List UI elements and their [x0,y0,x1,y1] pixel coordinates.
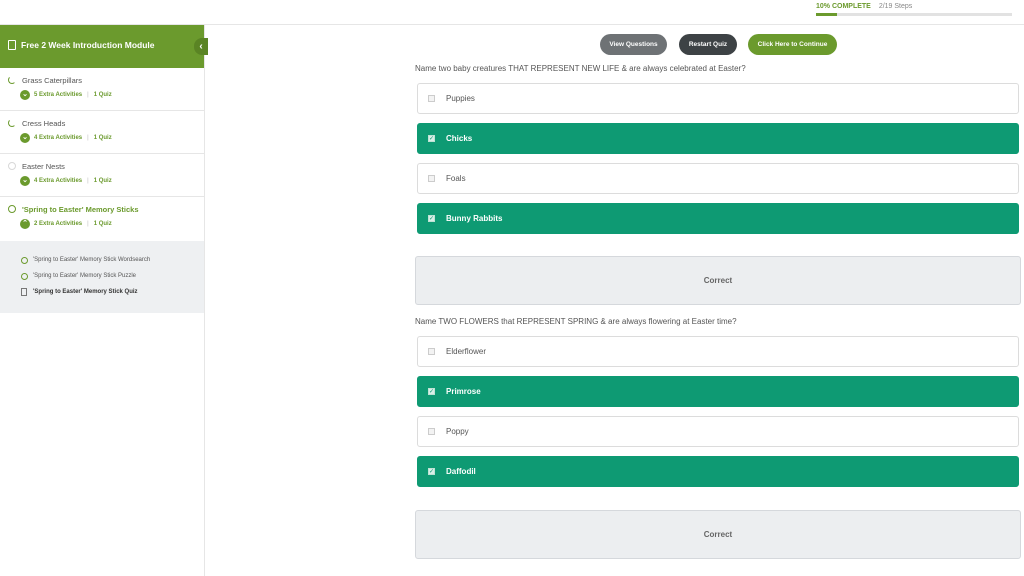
lesson-item-current[interactable]: 'Spring to Easter' Memory Sticks ⌃ 2 Ext… [0,197,204,240]
progress-status-icon [8,76,16,84]
checkbox-checked[interactable]: ✓ [428,135,435,142]
lesson-quiz-count: 1 Quiz [93,92,112,98]
answer-option[interactable]: Elderflower [417,336,1019,367]
answer-label: Foals [446,174,466,183]
lesson-item[interactable]: Grass Caterpillars ⌄ 5 Extra Activities … [0,68,204,111]
answer-option-selected[interactable]: ✓ Daffodil [417,456,1019,487]
continue-button[interactable]: Click Here to Continue [748,34,837,55]
lesson-activities: 5 Extra Activities [34,92,83,98]
sub-activity-label: 'Spring to Easter' Memory Stick Quiz [33,289,138,295]
checkbox[interactable] [428,428,435,435]
answer-option[interactable]: Poppy [417,416,1019,447]
checkbox-checked[interactable]: ✓ [428,468,435,475]
answer-option-selected[interactable]: ✓ Primrose [417,376,1019,407]
lesson-meta: ⌄ 5 Extra Activities | 1 Quiz [20,90,112,100]
sub-activity-label: 'Spring to Easter' Memory Stick Puzzle [33,273,136,279]
answer-option-selected[interactable]: ✓ Chicks [417,123,1019,154]
answer-label: Elderflower [446,347,487,356]
lesson-activities: 2 Extra Activities [34,221,83,227]
progress-status-icon [8,162,16,170]
module-title: Free 2 Week Introduction Module [21,40,155,50]
meta-divider: | [87,178,89,184]
lesson-title[interactable]: Grass Caterpillars [22,76,82,85]
chevron-down-icon[interactable]: ⌄ [20,176,30,186]
lesson-quiz-count: 1 Quiz [93,135,112,141]
lesson-quiz-count: 1 Quiz [93,178,112,184]
lesson-activities: 4 Extra Activities [34,178,83,184]
question-text: Name TWO FLOWERS that REPRESENT SPRING &… [415,317,737,326]
progress-steps: 2/19 Steps [878,3,913,10]
answer-option-selected[interactable]: ✓ Bunny Rabbits [417,203,1019,234]
collapse-sidebar-button[interactable]: ‹ [194,38,208,55]
sub-activity-label: 'Spring to Easter' Memory Stick Wordsear… [33,257,151,263]
lesson-quiz-count: 1 Quiz [93,221,112,227]
question-text: Name two baby creatures THAT REPRESENT N… [415,64,746,73]
chevron-down-icon[interactable]: ⌄ [20,133,30,143]
course-sidebar: Free 2 Week Introduction Module ‹ Grass … [0,25,208,576]
lesson-meta: ⌄ 4 Extra Activities | 1 Quiz [20,133,112,143]
progress-text: 10% COMPLETE 2/19 Steps [816,3,912,10]
sub-activity-item[interactable]: 'Spring to Easter' Memory Stick Wordsear… [21,255,150,265]
lesson-item[interactable]: Cress Heads ⌄ 4 Extra Activities | 1 Qui… [0,111,204,154]
checkbox-checked[interactable]: ✓ [428,215,435,222]
meta-divider: | [87,135,89,141]
answer-label: Daffodil [446,467,476,476]
lesson-item[interactable]: Easter Nests ⌄ 4 Extra Activities | 1 Qu… [0,154,204,197]
sub-activity-item[interactable]: 'Spring to Easter' Memory Stick Puzzle [21,271,136,281]
progress-status-icon [8,205,16,213]
module-header[interactable]: Free 2 Week Introduction Module [0,25,204,68]
lesson-meta: ⌃ 2 Extra Activities | 1 Quiz [20,219,112,229]
top-bar: 10% COMPLETE 2/19 Steps [0,0,1024,25]
checkbox[interactable] [428,95,435,102]
checkbox-checked[interactable]: ✓ [428,388,435,395]
answer-option[interactable]: Puppies [417,83,1019,114]
progress-bar [816,13,1012,16]
lesson-sublist: 'Spring to Easter' Memory Stick Wordsear… [0,241,204,313]
checkbox[interactable] [428,348,435,355]
document-icon [8,40,16,50]
circle-status-icon [21,256,28,264]
sub-activity-item-current[interactable]: 'Spring to Easter' Memory Stick Quiz [21,287,138,297]
meta-divider: | [87,92,89,98]
answer-label: Primrose [446,387,481,396]
lesson-title[interactable]: Cress Heads [22,119,65,128]
quiz-icon [21,288,27,296]
meta-divider: | [87,221,89,227]
circle-status-icon [21,272,28,280]
answer-label: Chicks [446,134,473,143]
result-message: Correct [415,510,1021,559]
progress-percent: 10% COMPLETE [816,3,871,10]
answer-option[interactable]: Foals [417,163,1019,194]
restart-quiz-button[interactable]: Restart Quiz [679,34,737,55]
lesson-activities: 4 Extra Activities [34,135,83,141]
progress-status-icon [8,119,16,127]
lesson-meta: ⌄ 4 Extra Activities | 1 Quiz [20,176,112,186]
checkbox[interactable] [428,175,435,182]
answer-label: Bunny Rabbits [446,214,503,223]
progress-bar-fill [816,13,837,16]
answer-label: Poppy [446,427,469,436]
chevron-down-icon[interactable]: ⌄ [20,90,30,100]
answer-label: Puppies [446,94,475,103]
view-questions-button[interactable]: View Questions [600,34,667,55]
result-message: Correct [415,256,1021,305]
chevron-up-icon[interactable]: ⌃ [20,219,30,229]
lesson-title[interactable]: Easter Nests [22,162,65,171]
lesson-title[interactable]: 'Spring to Easter' Memory Sticks [22,205,139,214]
